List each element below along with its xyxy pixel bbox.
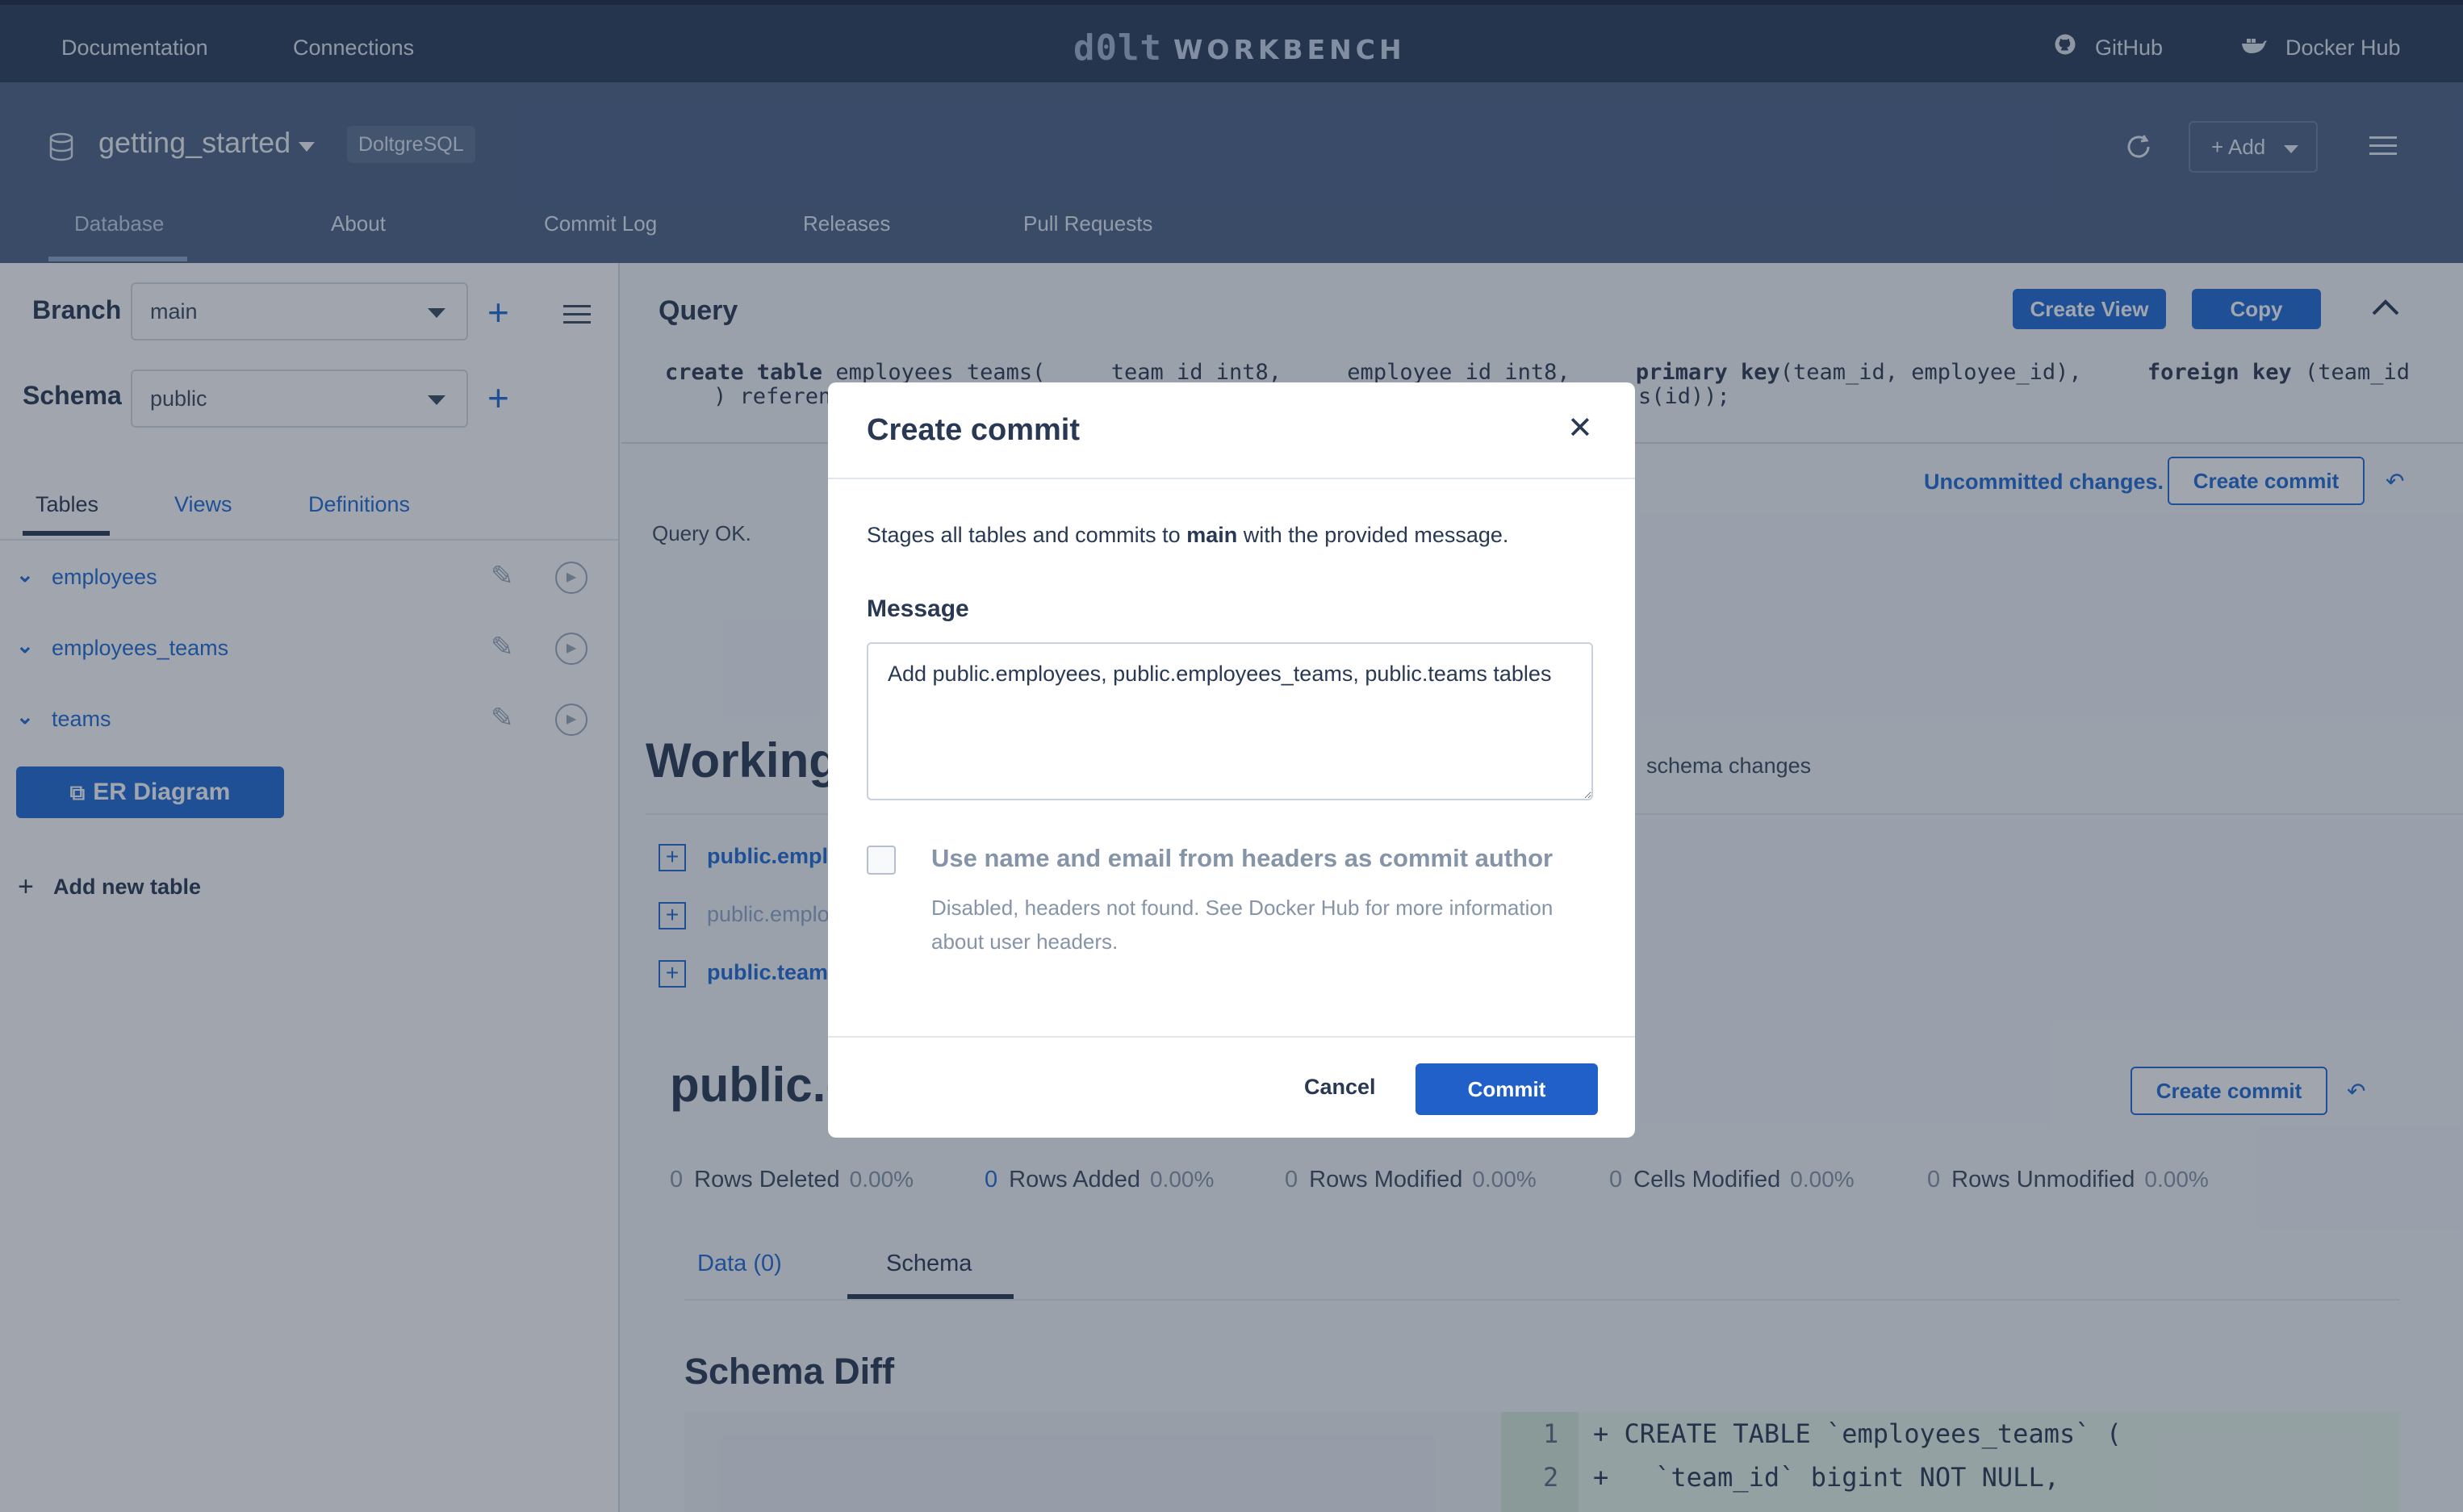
commit-message-textarea[interactable]: Add public.employees, public.employees_t… [867,642,1593,800]
message-label: Message [867,595,969,622]
commit-button[interactable]: Commit [1415,1063,1598,1115]
modal-title: Create commit [867,413,1080,447]
modal-footer: Cancel Commit [828,1036,1635,1138]
modal-description-post: with the provided message. [1237,523,1509,547]
close-icon[interactable]: ✕ [1567,410,1593,446]
modal-description: Stages all tables and commits to main wi… [867,523,1508,548]
modal-description-branch: main [1186,523,1238,547]
use-headers-checkbox-label: Use name and email from headers as commi… [931,844,1553,872]
cancel-button[interactable]: Cancel [1304,1075,1376,1100]
modal-header: Create commit ✕ [828,382,1635,479]
create-commit-modal: Create commit ✕ Stages all tables and co… [828,382,1635,1138]
modal-description-pre: Stages all tables and commits to [867,523,1187,547]
use-headers-help-text: Disabled, headers not found. See Docker … [931,896,1553,954]
use-headers-checkbox[interactable] [867,846,896,875]
